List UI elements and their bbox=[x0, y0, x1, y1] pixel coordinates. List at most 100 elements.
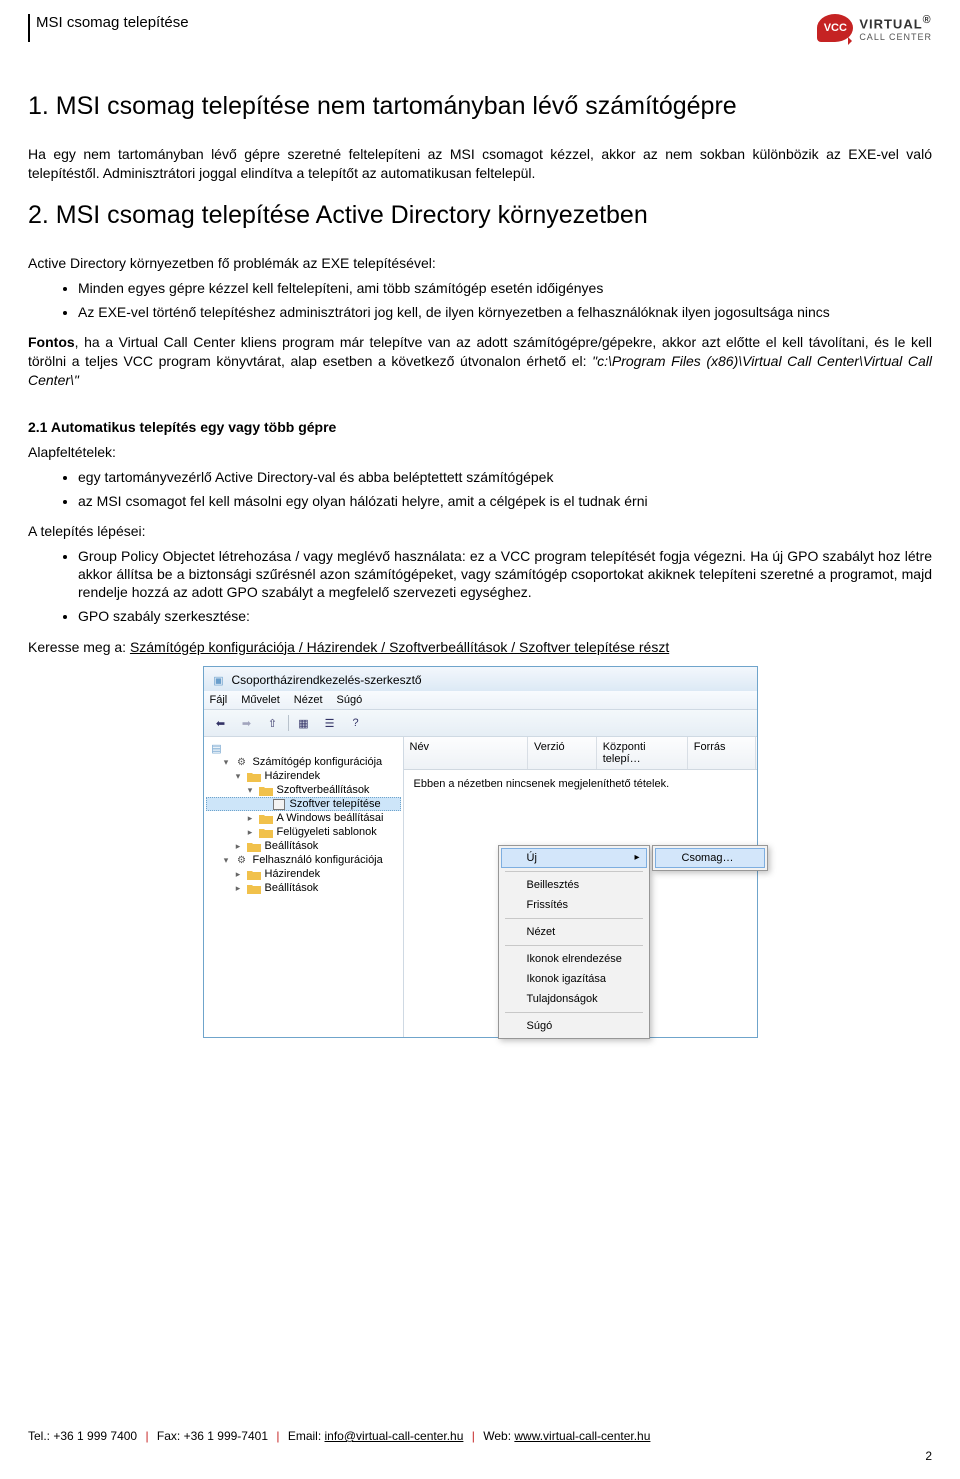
tree-item-label: Felhasználó konfigurációja bbox=[253, 854, 383, 866]
tree-toggle-icon[interactable]: ▸ bbox=[234, 883, 243, 894]
col-version[interactable]: Verzió bbox=[528, 737, 597, 769]
section2-heading: 2. MSI csomag telepítése Active Director… bbox=[28, 201, 932, 230]
folder-icon bbox=[247, 770, 261, 782]
help-icon[interactable]: ? bbox=[345, 713, 367, 733]
list-pane[interactable]: Név Verzió Központi telepí… Forrás Ebben… bbox=[404, 737, 757, 1037]
folder-icon bbox=[259, 826, 273, 838]
tree-item-1[interactable]: ▾Házirendek bbox=[206, 769, 401, 783]
pre-item-1: az MSI csomagot fel kell másolni egy oly… bbox=[78, 492, 932, 510]
pre-item-0: egy tartományvezérlő Active Directory-va… bbox=[78, 468, 932, 486]
section21-heading: 2.1 Automatikus telepítés egy vagy több … bbox=[28, 418, 932, 437]
tree-toggle-icon[interactable]: ▸ bbox=[234, 841, 243, 852]
context-menu-separator bbox=[505, 918, 643, 919]
tree-item-label: Házirendek bbox=[265, 868, 321, 880]
find-path: Számítógép konfigurációja / Házirendek /… bbox=[130, 639, 669, 655]
forward-button[interactable]: ➡ bbox=[236, 713, 258, 733]
tree-item-2[interactable]: ▾Szoftverbeállítások bbox=[206, 783, 401, 797]
section1-para: Ha egy nem tartományban lévő gépre szere… bbox=[28, 145, 932, 183]
col-name[interactable]: Név bbox=[404, 737, 528, 769]
context-menu-item-3[interactable]: Frissítés bbox=[501, 895, 647, 915]
footer-sep-3: | bbox=[472, 1429, 475, 1443]
folder-icon bbox=[259, 784, 273, 796]
context-menu-separator bbox=[505, 871, 643, 872]
page-number: 2 bbox=[28, 1449, 932, 1463]
brand-logo: VCC VIRTUAL® CALL CENTER bbox=[817, 14, 932, 42]
tree-item-label: Szoftver telepítése bbox=[290, 798, 381, 810]
context-menu-item-5[interactable]: Nézet bbox=[501, 922, 647, 942]
section2-important: Fontos, ha a Virtual Call Center kliens … bbox=[28, 333, 932, 390]
step-1: Group Policy Objectet létrehozása / vagy… bbox=[78, 547, 932, 602]
tree-item-label: Felügyeleti sablonok bbox=[277, 826, 377, 838]
tree-item-9[interactable]: ▸ Beállítások bbox=[206, 881, 401, 895]
tree-toggle-icon[interactable]: ▸ bbox=[234, 869, 243, 880]
footer-email[interactable]: info@virtual-call-center.hu bbox=[325, 1429, 464, 1443]
tree-item-8[interactable]: ▸ Házirendek bbox=[206, 867, 401, 881]
context-submenu: Csomag… bbox=[652, 845, 768, 871]
find-prefix: Keresse meg a: bbox=[28, 639, 130, 655]
footer-tel: +36 1 999 7400 bbox=[53, 1429, 137, 1443]
up-button[interactable]: ⇧ bbox=[262, 713, 284, 733]
menubar: Fájl Művelet Nézet Súgó bbox=[204, 691, 757, 710]
menu-file[interactable]: Fájl bbox=[210, 694, 228, 706]
gear-icon: ⚙ bbox=[235, 854, 249, 866]
col-deploy[interactable]: Központi telepí… bbox=[597, 737, 688, 769]
tree-item-7[interactable]: ▾ ⚙ Felhasználó konfigurációja bbox=[206, 853, 401, 867]
tree-pane[interactable]: ▤ ▾⚙Számítógép konfigurációja▾Házirendek… bbox=[204, 737, 404, 1037]
tree-toggle-icon[interactable]: ▸ bbox=[246, 827, 255, 838]
col-source[interactable]: Forrás bbox=[688, 737, 757, 769]
tree-item-6[interactable]: ▸Beállítások bbox=[206, 839, 401, 853]
footer-email-label: Email: bbox=[288, 1429, 325, 1443]
folder-icon bbox=[247, 882, 261, 894]
menu-action[interactable]: Művelet bbox=[241, 694, 280, 706]
logo-line1: VIRTUAL bbox=[859, 17, 922, 32]
tree-toggle-icon[interactable]: ▾ bbox=[222, 757, 231, 768]
tree-root[interactable]: ▤ bbox=[206, 741, 401, 755]
tree-item-label: Beállítások bbox=[265, 882, 319, 894]
footer-web[interactable]: www.virtual-call-center.hu bbox=[514, 1429, 650, 1443]
context-menu-item-2[interactable]: Beillesztés bbox=[501, 875, 647, 895]
doc-icon: ▤ bbox=[210, 742, 224, 754]
folder-icon bbox=[259, 812, 273, 824]
footer-tel-label: Tel.: bbox=[28, 1429, 53, 1443]
tree-toggle-icon[interactable]: ▾ bbox=[246, 785, 255, 796]
window-title: Csoportházirendkezelés-szerkesztő bbox=[232, 673, 422, 687]
grid-icon[interactable]: ▦ bbox=[293, 713, 315, 733]
step-2: GPO szabály szerkesztése: bbox=[78, 607, 932, 625]
submenu-package[interactable]: Csomag… bbox=[655, 848, 765, 868]
tree-item-0[interactable]: ▾⚙Számítógép konfigurációja bbox=[206, 755, 401, 769]
section2-intro: Active Directory környezetben fő problém… bbox=[28, 254, 932, 273]
menu-help[interactable]: Súgó bbox=[337, 694, 363, 706]
important-label: Fontos bbox=[28, 334, 75, 350]
tree-toggle-icon[interactable]: ▾ bbox=[222, 855, 231, 866]
pre-label: Alapfeltételek: bbox=[28, 443, 932, 462]
section1-heading: 1. MSI csomag telepítése nem tartományba… bbox=[28, 92, 932, 121]
context-menu-item-9[interactable]: Tulajdonságok bbox=[501, 989, 647, 1009]
section2-bullet-0: Minden egyes gépre kézzel kell feltelepí… bbox=[78, 279, 932, 297]
tree-toggle-icon[interactable]: ▾ bbox=[234, 771, 243, 782]
tree-item-3[interactable]: Szoftver telepítése bbox=[206, 797, 401, 811]
footer-web-label: Web: bbox=[483, 1429, 514, 1443]
context-menu-item-8[interactable]: Ikonok igazítása bbox=[501, 969, 647, 989]
tree-item-5[interactable]: ▸ Felügyeleti sablonok bbox=[206, 825, 401, 839]
section2-bullet-1: Az EXE-vel történő telepítéshez adminisz… bbox=[78, 303, 932, 321]
back-button[interactable]: ⬅ bbox=[210, 713, 232, 733]
steps-label: A telepítés lépései: bbox=[28, 522, 932, 541]
tree-item-4[interactable]: ▸A Windows beállításai bbox=[206, 811, 401, 825]
tree-toggle-icon[interactable]: ▸ bbox=[246, 813, 255, 824]
logo-bubble: VCC bbox=[817, 14, 853, 42]
footer-fax: +36 1 999-7401 bbox=[184, 1429, 268, 1443]
context-menu: Új BeillesztésFrissítés Nézet Ikonok elrend… bbox=[498, 845, 650, 1039]
gear-icon: ⚙ bbox=[235, 756, 249, 768]
list-empty-msg: Ebben a nézetben nincsenek megjeleníthet… bbox=[404, 770, 757, 798]
context-menu-item-0[interactable]: Új bbox=[501, 848, 647, 868]
list-icon[interactable]: ☰ bbox=[319, 713, 341, 733]
context-menu-item-7[interactable]: Ikonok elrendezése bbox=[501, 949, 647, 969]
find-line: Keresse meg a: Számítógép konfigurációja… bbox=[28, 638, 932, 657]
toolbar: ⬅ ➡ ⇧ ▦ ☰ ? bbox=[204, 710, 757, 737]
footer-sep-1: | bbox=[145, 1429, 148, 1443]
logo-line2: CALL CENTER bbox=[859, 32, 932, 42]
menu-view[interactable]: Nézet bbox=[294, 694, 323, 706]
page-header-title: MSI csomag telepítése bbox=[36, 14, 189, 31]
context-menu-item-11[interactable]: Súgó bbox=[501, 1016, 647, 1036]
context-menu-separator bbox=[505, 945, 643, 946]
